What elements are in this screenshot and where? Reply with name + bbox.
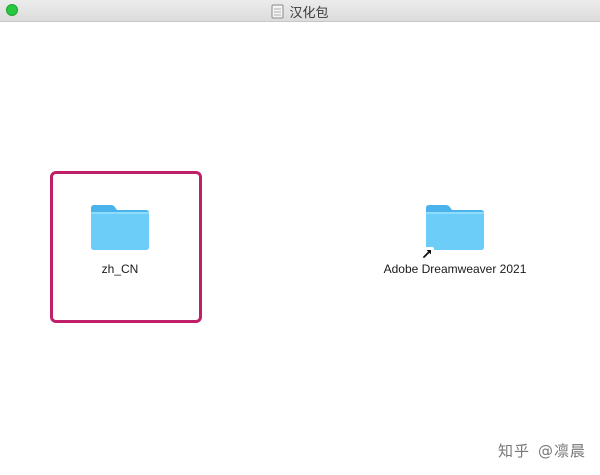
watermark-site: 知乎 [497,442,530,460]
folder-name-label: zh_CN [101,262,139,276]
disk-image-icon [271,4,284,18]
watermark-user: @凛晨 [537,442,586,460]
folder-item-zh-cn[interactable]: zh_CN [88,202,152,276]
folder-item-adobe-dreamweaver-2021[interactable]: Adobe Dreamweaver 2021 [370,202,540,276]
window-title-group: 汉化包 [0,0,600,22]
folder-icon [91,205,149,250]
alias-arrow-icon [422,247,434,259]
folder-alias-icon [426,205,484,250]
window-title: 汉化包 [289,5,329,21]
finder-content: zh_CN Adobe Dreamweaver 2021 [0,22,600,475]
finder-window: 汉化包 zh_CN Adobe Dreamweaver 2021 知乎 @凛晨 [0,0,600,475]
folder-name-label: Adobe Dreamweaver 2021 [383,262,527,276]
title-bar[interactable]: 汉化包 [0,0,600,22]
watermark: 知乎 @凛晨 [498,440,586,461]
